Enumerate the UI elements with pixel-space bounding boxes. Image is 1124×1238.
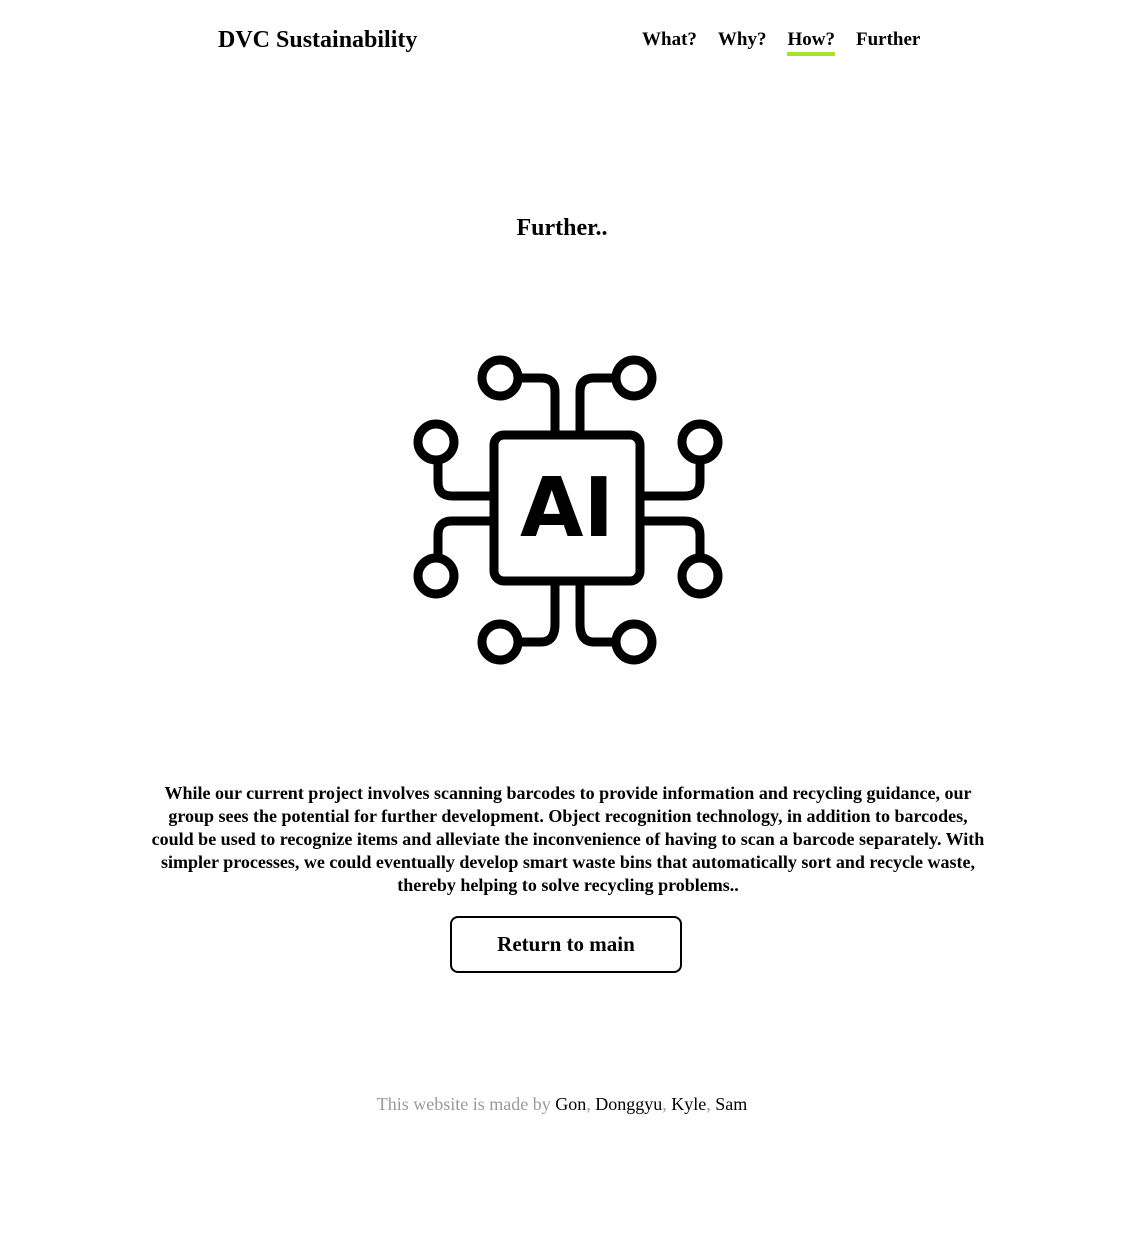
- further-description: While our current project involves scann…: [151, 783, 985, 895]
- site-footer: This website is made by Gon, Donggyu, Ky…: [0, 1092, 1124, 1116]
- return-to-main-button[interactable]: Return to main: [450, 916, 682, 973]
- author-link-donggyu[interactable]: Donggyu: [595, 1094, 662, 1114]
- footer-separator: ,: [706, 1094, 711, 1114]
- node-top-left: [477, 355, 523, 401]
- ai-chip-icon: AI: [413, 355, 723, 665]
- trace-left-top: [433, 457, 499, 501]
- site-brand[interactable]: DVC Sustainability: [218, 24, 417, 56]
- nav-item-what[interactable]: What?: [642, 27, 697, 53]
- trace-bottom-left: [517, 576, 560, 647]
- author-link-gon[interactable]: Gon: [555, 1094, 586, 1114]
- trace-bottom-right: [575, 576, 618, 647]
- page-title: Further..: [516, 215, 608, 241]
- trace-right-top: [635, 457, 705, 501]
- author-link-kyle[interactable]: Kyle: [671, 1094, 706, 1114]
- trace-top-right: [575, 373, 618, 440]
- node-top-right: [611, 355, 657, 401]
- trace-left-bottom: [433, 516, 499, 560]
- node-right-bottom: [677, 553, 723, 599]
- node-left-bottom: [413, 553, 459, 599]
- author-link-sam[interactable]: Sam: [715, 1094, 747, 1114]
- footer-credit-label: This website is made by: [376, 1094, 551, 1114]
- node-left-top: [413, 419, 459, 465]
- node-right-top: [677, 419, 723, 465]
- main-nav: What? Why? How? Further: [642, 27, 920, 56]
- nav-item-why[interactable]: Why?: [718, 27, 767, 53]
- trace-top-left: [517, 373, 560, 440]
- chip-label: AI: [520, 461, 614, 556]
- nav-item-further[interactable]: Further: [856, 27, 920, 53]
- footer-separator: ,: [586, 1094, 591, 1114]
- node-bottom-right: [611, 619, 657, 665]
- node-bottom-left: [477, 619, 523, 665]
- footer-separator: ,: [662, 1094, 667, 1114]
- nav-item-how[interactable]: How?: [787, 27, 835, 56]
- trace-right-bottom: [635, 516, 705, 560]
